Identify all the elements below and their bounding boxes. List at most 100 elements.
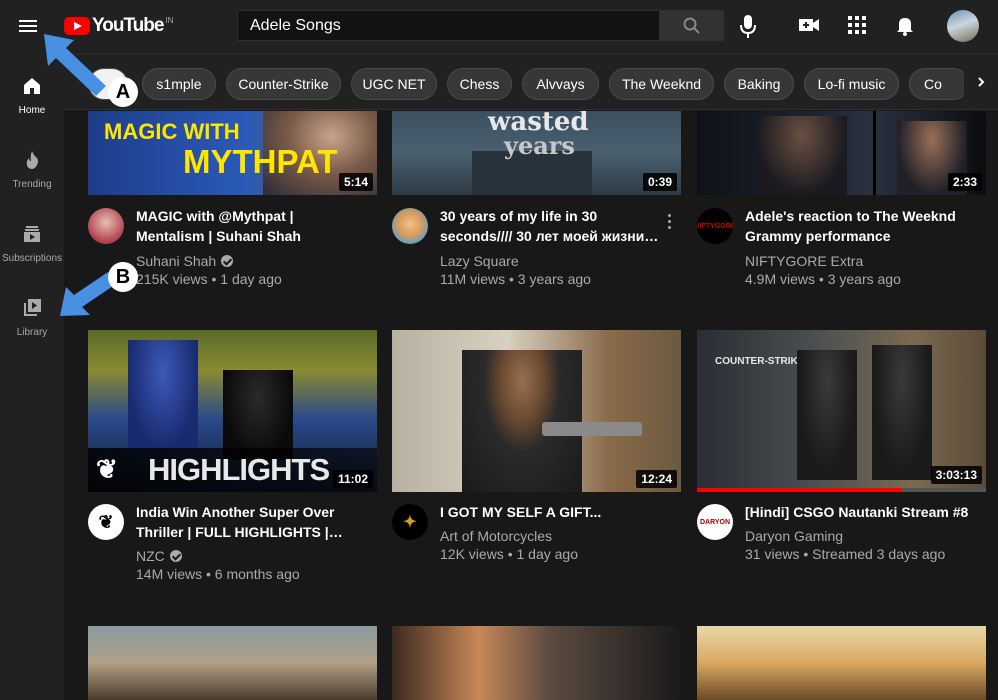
nav-library-label: Library	[16, 327, 48, 338]
youtube-app: YouTube IN Home Trending	[0, 0, 998, 700]
thumbnail-text: MYTHPAT	[183, 143, 338, 180]
duration-badge: 12:24	[636, 470, 677, 488]
apps-button[interactable]	[845, 13, 869, 37]
video-title[interactable]: Adele's reaction to The Weeknd Grammy pe…	[745, 206, 971, 246]
video-card	[88, 626, 377, 700]
video-meta: 11M views • 3 years ago	[440, 271, 591, 287]
masthead: YouTube IN	[0, 0, 998, 52]
channel-name[interactable]: Daryon Gaming	[745, 528, 843, 544]
nav-trending-label: Trending	[12, 179, 52, 190]
channel-name[interactable]: NZC	[136, 548, 182, 564]
search-icon	[683, 17, 700, 34]
channel-name[interactable]: NIFTYGORE Extra	[745, 253, 863, 269]
video-card: wasted years 0:39 30 years of my life in…	[392, 111, 681, 291]
chip-alvvays[interactable]: Alvvays	[522, 68, 599, 100]
fern-logo-icon: ❦	[96, 454, 118, 484]
mini-guide: Home Trending Subscriptions Library	[0, 52, 64, 700]
video-thumbnail[interactable]	[392, 626, 681, 700]
channel-avatar[interactable]	[88, 208, 124, 244]
create-video-icon	[799, 19, 819, 31]
verified-icon	[221, 255, 234, 267]
drone-image	[542, 422, 642, 436]
search-box	[237, 10, 660, 41]
video-thumbnail[interactable]	[697, 626, 986, 700]
nav-library[interactable]: Library	[0, 282, 64, 352]
channel-name[interactable]: Suhani Shah	[136, 253, 234, 269]
nav-home-label: Home	[18, 105, 46, 116]
bell-icon	[897, 18, 913, 36]
duration-badge: 2:33	[947, 173, 982, 191]
voice-search-button[interactable]	[736, 12, 760, 40]
video-card: ❦ HIGHLIGHTS 11:02 ❦ India Win Another S…	[88, 330, 377, 590]
channel-avatar[interactable]	[392, 208, 428, 244]
account-avatar[interactable]	[947, 10, 979, 42]
nav-trending[interactable]: Trending	[0, 134, 64, 204]
video-meta: 12K views • 1 day ago	[440, 546, 578, 562]
channel-name[interactable]: Art of Motorcycles	[440, 528, 552, 544]
video-thumbnail[interactable]	[88, 626, 377, 700]
chip-lofi-music[interactable]: Lo-fi music	[804, 68, 899, 100]
mic-icon	[740, 15, 756, 38]
more-actions-icon[interactable]	[657, 209, 681, 233]
youtube-logo[interactable]: YouTube IN	[64, 14, 173, 38]
menu-icon[interactable]	[16, 14, 40, 38]
video-card	[697, 626, 986, 700]
channel-avatar[interactable]: NIFTYGORE	[697, 208, 733, 244]
chip-scroll-next[interactable]	[964, 54, 998, 109]
thumbnail-text: years	[504, 131, 575, 160]
search-button[interactable]	[659, 10, 724, 41]
chip-chess[interactable]: Chess	[447, 68, 512, 100]
search-input[interactable]	[238, 11, 660, 40]
video-title[interactable]: India Win Another Super Over Thriller | …	[136, 502, 362, 542]
video-thumbnail[interactable]: 2:33	[697, 111, 986, 195]
video-card: 2:33 NIFTYGORE Adele's reaction to The W…	[697, 111, 986, 291]
chip-co[interactable]: Co	[909, 68, 969, 100]
video-meta: 4.9M views • 3 years ago	[745, 271, 901, 287]
filter-chip-bar: s1mple Counter-Strike UGC NET Chess Alvv…	[64, 53, 998, 110]
flame-icon	[26, 151, 38, 169]
video-meta: 31 views • Streamed 3 days ago	[745, 546, 946, 562]
video-title[interactable]: MAGIC with @Mythpat | Mentalism | Suhani…	[136, 206, 362, 246]
chevron-right-icon	[978, 76, 985, 87]
video-title[interactable]: I GOT MY SELF A GIFT...	[440, 502, 666, 522]
video-thumbnail[interactable]: wasted years 0:39	[392, 111, 681, 195]
create-video-button[interactable]	[797, 13, 821, 37]
chip-s1mple[interactable]: s1mple	[142, 68, 216, 100]
library-icon	[24, 299, 41, 316]
annotation-marker-a: A	[108, 77, 138, 107]
video-card: 12:24 ✦ I GOT MY SELF A GIFT... Art of M…	[392, 330, 681, 590]
chip-the-weeknd[interactable]: The Weeknd	[609, 68, 714, 100]
thumbnail-text: MAGIC WITH	[104, 119, 240, 144]
duration-badge: 11:02	[332, 470, 373, 488]
play-logo-icon	[64, 17, 90, 35]
duration-badge: 5:14	[338, 173, 373, 191]
logo-text: YouTube	[92, 15, 164, 36]
channel-avatar[interactable]: ❦	[88, 504, 124, 540]
notifications-button[interactable]	[893, 13, 917, 37]
duration-badge: 3:03:13	[930, 466, 982, 484]
home-icon	[24, 78, 40, 94]
chip-baking[interactable]: Baking	[724, 68, 794, 100]
country-code: IN	[165, 15, 174, 25]
thumbnail-text: COUNTER-STRIKE	[715, 356, 805, 367]
chip-counter-strike[interactable]: Counter-Strike	[226, 68, 341, 100]
video-thumbnail[interactable]: COUNTER-STRIKE 3:03:13	[697, 330, 986, 492]
video-thumbnail[interactable]: 12:24	[392, 330, 681, 492]
video-title[interactable]: [Hindi] CSGO Nautanki Stream #8	[745, 502, 971, 522]
watch-progress-bar	[697, 488, 903, 492]
channel-name[interactable]: Lazy Square	[440, 253, 519, 269]
video-thumbnail[interactable]: ❦ HIGHLIGHTS 11:02	[88, 330, 377, 492]
video-card	[392, 626, 681, 700]
nav-subscriptions[interactable]: Subscriptions	[0, 208, 64, 278]
apps-grid-icon	[848, 16, 866, 34]
channel-avatar[interactable]: ✦	[392, 504, 428, 540]
thumbnail-text: HIGHLIGHTS	[148, 452, 330, 487]
video-thumbnail[interactable]: MAGIC WITH MYTHPAT 5:14	[88, 111, 377, 195]
channel-avatar[interactable]: DARYON	[697, 504, 733, 540]
duration-badge: 0:39	[642, 173, 677, 191]
video-title[interactable]: 30 years of my life in 30 seconds//// 30…	[440, 206, 666, 246]
nav-home[interactable]: Home	[0, 60, 64, 130]
video-card: COUNTER-STRIKE 3:03:13 DARYON [Hindi] CS…	[697, 330, 986, 590]
subscriptions-icon	[24, 226, 40, 242]
chip-ugc-net[interactable]: UGC NET	[351, 68, 437, 100]
